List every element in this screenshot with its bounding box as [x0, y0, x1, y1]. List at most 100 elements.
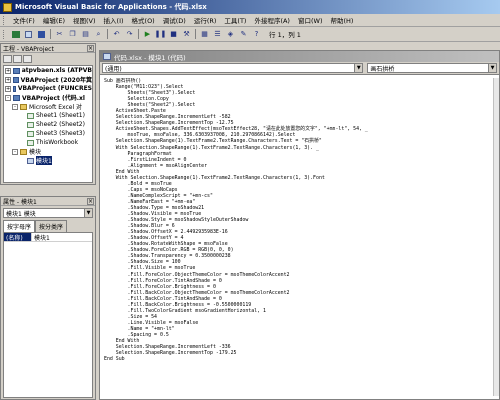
properties-grid: (名称) 模块1 [3, 232, 93, 398]
worksheet-icon [27, 121, 34, 128]
paste-icon[interactable]: ▤ [80, 29, 91, 40]
worksheet-icon [27, 112, 34, 119]
code-line[interactable]: End Sub [104, 356, 492, 362]
vertical-scrollbar[interactable] [493, 78, 499, 396]
menu-debug[interactable]: 调试(D) [159, 15, 190, 25]
menu-edit[interactable]: 编辑(E) [39, 15, 69, 25]
object-browser-icon[interactable]: ◈ [225, 29, 236, 40]
tree-node-label: Sheet3 (Sheet3) [36, 130, 85, 137]
code-window-title: 代码.xlsx - 模块1 (代码) [114, 53, 186, 62]
tree-node-label: VBAProject (代码.xl [22, 95, 85, 102]
property-value[interactable]: 模块1 [32, 233, 50, 242]
tree-node-sheet1[interactable]: Sheet1 (Sheet1) [4, 111, 92, 120]
code-combos: (通用) ▼ 画石拱桥 ▼ [100, 62, 499, 75]
object-selector-value: 模块1 模块 [6, 210, 36, 218]
design-mode-icon[interactable]: ⚒ [181, 29, 192, 40]
menu-run[interactable]: 运行(R) [190, 15, 221, 25]
view-object-icon[interactable] [13, 54, 22, 63]
tree-node-sheet3[interactable]: Sheet3 (Sheet3) [4, 129, 92, 138]
toolbox-icon[interactable]: ✎ [238, 29, 249, 40]
project-explorer-panel: 工程 - VBAProject × + atpvbaen.xls (ATPVB … [0, 43, 96, 185]
collapse-icon[interactable]: - [12, 103, 18, 110]
copy-icon[interactable]: ❐ [67, 29, 78, 40]
worksheet-icon [27, 130, 34, 137]
chevron-down-icon[interactable]: ▼ [354, 64, 363, 72]
chevron-down-icon[interactable]: ▼ [84, 209, 92, 217]
find-icon[interactable]: ⌕ [93, 29, 104, 40]
tree-node-label: atpvbaen.xls (ATPVB [21, 67, 92, 74]
tab-alphabetic[interactable]: 按字母序 [3, 220, 36, 232]
menu-view[interactable]: 视图(V) [69, 15, 100, 25]
close-icon[interactable]: × [87, 44, 94, 52]
module-icon [103, 53, 111, 60]
undo-icon[interactable]: ↶ [111, 29, 122, 40]
tree-node-label: Sheet2 (Sheet2) [36, 121, 85, 128]
view-code-icon[interactable] [3, 54, 12, 63]
collapse-icon[interactable]: - [12, 148, 18, 155]
properties-panel-titlebar: 属性 - 模块1 × [1, 197, 95, 206]
redo-icon[interactable]: ↷ [124, 29, 135, 40]
insert-module-icon[interactable] [23, 29, 34, 40]
vba-app-icon [3, 2, 12, 12]
toolbar-separator [107, 29, 108, 39]
reset-icon[interactable]: ■ [168, 29, 179, 40]
property-row[interactable]: (名称) 模块1 [4, 233, 92, 242]
toolbar-grip[interactable] [3, 29, 6, 39]
folder-icon [20, 103, 27, 110]
properties-panel-title: 属性 - 模块1 [3, 198, 37, 206]
expand-icon[interactable]: + [5, 76, 11, 83]
menu-tools[interactable]: 工具(T) [220, 15, 250, 25]
close-icon[interactable]: × [87, 197, 94, 205]
tree-node-modules[interactable]: - 模块 [4, 147, 92, 156]
tree-node-vbaproject-2020[interactable]: + VBAProject (2020年箕 [4, 75, 92, 84]
cut-icon[interactable]: ✂ [54, 29, 65, 40]
tree-node-label: Sheet1 (Sheet1) [36, 112, 85, 119]
chevron-down-icon[interactable]: ▼ [488, 64, 496, 72]
code-editor[interactable]: Sub 画石拱桥() Range("M11:O23").Select Sheet… [104, 78, 492, 396]
tree-node-module1[interactable]: 模块1 [4, 156, 92, 165]
project-panel-titlebar: 工程 - VBAProject × [1, 44, 95, 53]
tree-node-vbaproject-funcres[interactable]: + VBAProject (FUNCRES [4, 84, 92, 93]
save-icon[interactable] [36, 29, 47, 40]
project-panel-title: 工程 - VBAProject [3, 45, 54, 53]
tree-node-label: 模块 [29, 149, 42, 156]
tree-node-vbaproject-code[interactable]: - VBAProject (代码.xl [4, 93, 92, 102]
menu-help[interactable]: 帮助(H) [326, 15, 357, 25]
tree-node-excel-objects[interactable]: - Microsoft Excel 对 [4, 102, 92, 111]
object-selector[interactable]: 模块1 模块 ▼ [3, 208, 93, 218]
collapse-icon[interactable]: - [5, 94, 11, 101]
tree-node-atpvbaen[interactable]: + atpvbaen.xls (ATPVB [4, 66, 92, 75]
expand-icon[interactable]: + [5, 85, 11, 92]
menu-addins[interactable]: 外接程序(A) [250, 15, 294, 25]
code-window: 代码.xlsx - 模块1 (代码) (通用) ▼ 画石拱桥 ▼ Sub 画石拱… [99, 50, 500, 400]
tree-node-sheet2[interactable]: Sheet2 (Sheet2) [4, 120, 92, 129]
menu-insert[interactable]: 插入(I) [100, 15, 128, 25]
project-explorer-icon[interactable]: ▦ [199, 29, 210, 40]
break-icon[interactable]: ❚❚ [155, 29, 167, 40]
help-icon[interactable]: ? [251, 29, 262, 40]
properties-tabs: 按字母序 按分类序 [3, 220, 93, 232]
tree-node-thisworkbook[interactable]: ThisWorkbook [4, 138, 92, 147]
object-combo[interactable]: (通用) ▼ [102, 63, 364, 73]
code-window-titlebar: 代码.xlsx - 模块1 (代码) [100, 51, 499, 62]
title-bar: Microsoft Visual Basic for Applications … [0, 0, 500, 14]
tab-categorized[interactable]: 按分类序 [35, 220, 68, 232]
standard-toolbar: ✂ ❐ ▤ ⌕ ↶ ↷ ▶ ❚❚ ■ ⚒ ▦ ☰ ◈ ✎ ? 行 1，列 1 [0, 27, 500, 42]
menu-grip[interactable] [3, 15, 6, 25]
menu-format[interactable]: 格式(O) [128, 15, 159, 25]
project-icon [13, 76, 19, 83]
project-icon [13, 85, 16, 92]
properties-window-icon[interactable]: ☰ [212, 29, 223, 40]
workbook-icon [27, 139, 34, 146]
tree-node-label: 模块1 [36, 156, 52, 165]
menu-window[interactable]: 窗口(W) [294, 15, 327, 25]
toggle-folders-icon[interactable] [23, 54, 32, 63]
project-tree: + atpvbaen.xls (ATPVB + VBAProject (2020… [3, 65, 93, 183]
expand-icon[interactable]: + [5, 67, 11, 74]
run-icon[interactable]: ▶ [142, 29, 153, 40]
procedure-combo[interactable]: 画石拱桥 ▼ [367, 63, 497, 73]
menu-file[interactable]: 文件(F) [9, 15, 39, 25]
folder-icon [20, 148, 27, 155]
view-excel-icon[interactable] [10, 29, 21, 40]
tree-node-label: VBAProject (FUNCRES [17, 85, 92, 92]
